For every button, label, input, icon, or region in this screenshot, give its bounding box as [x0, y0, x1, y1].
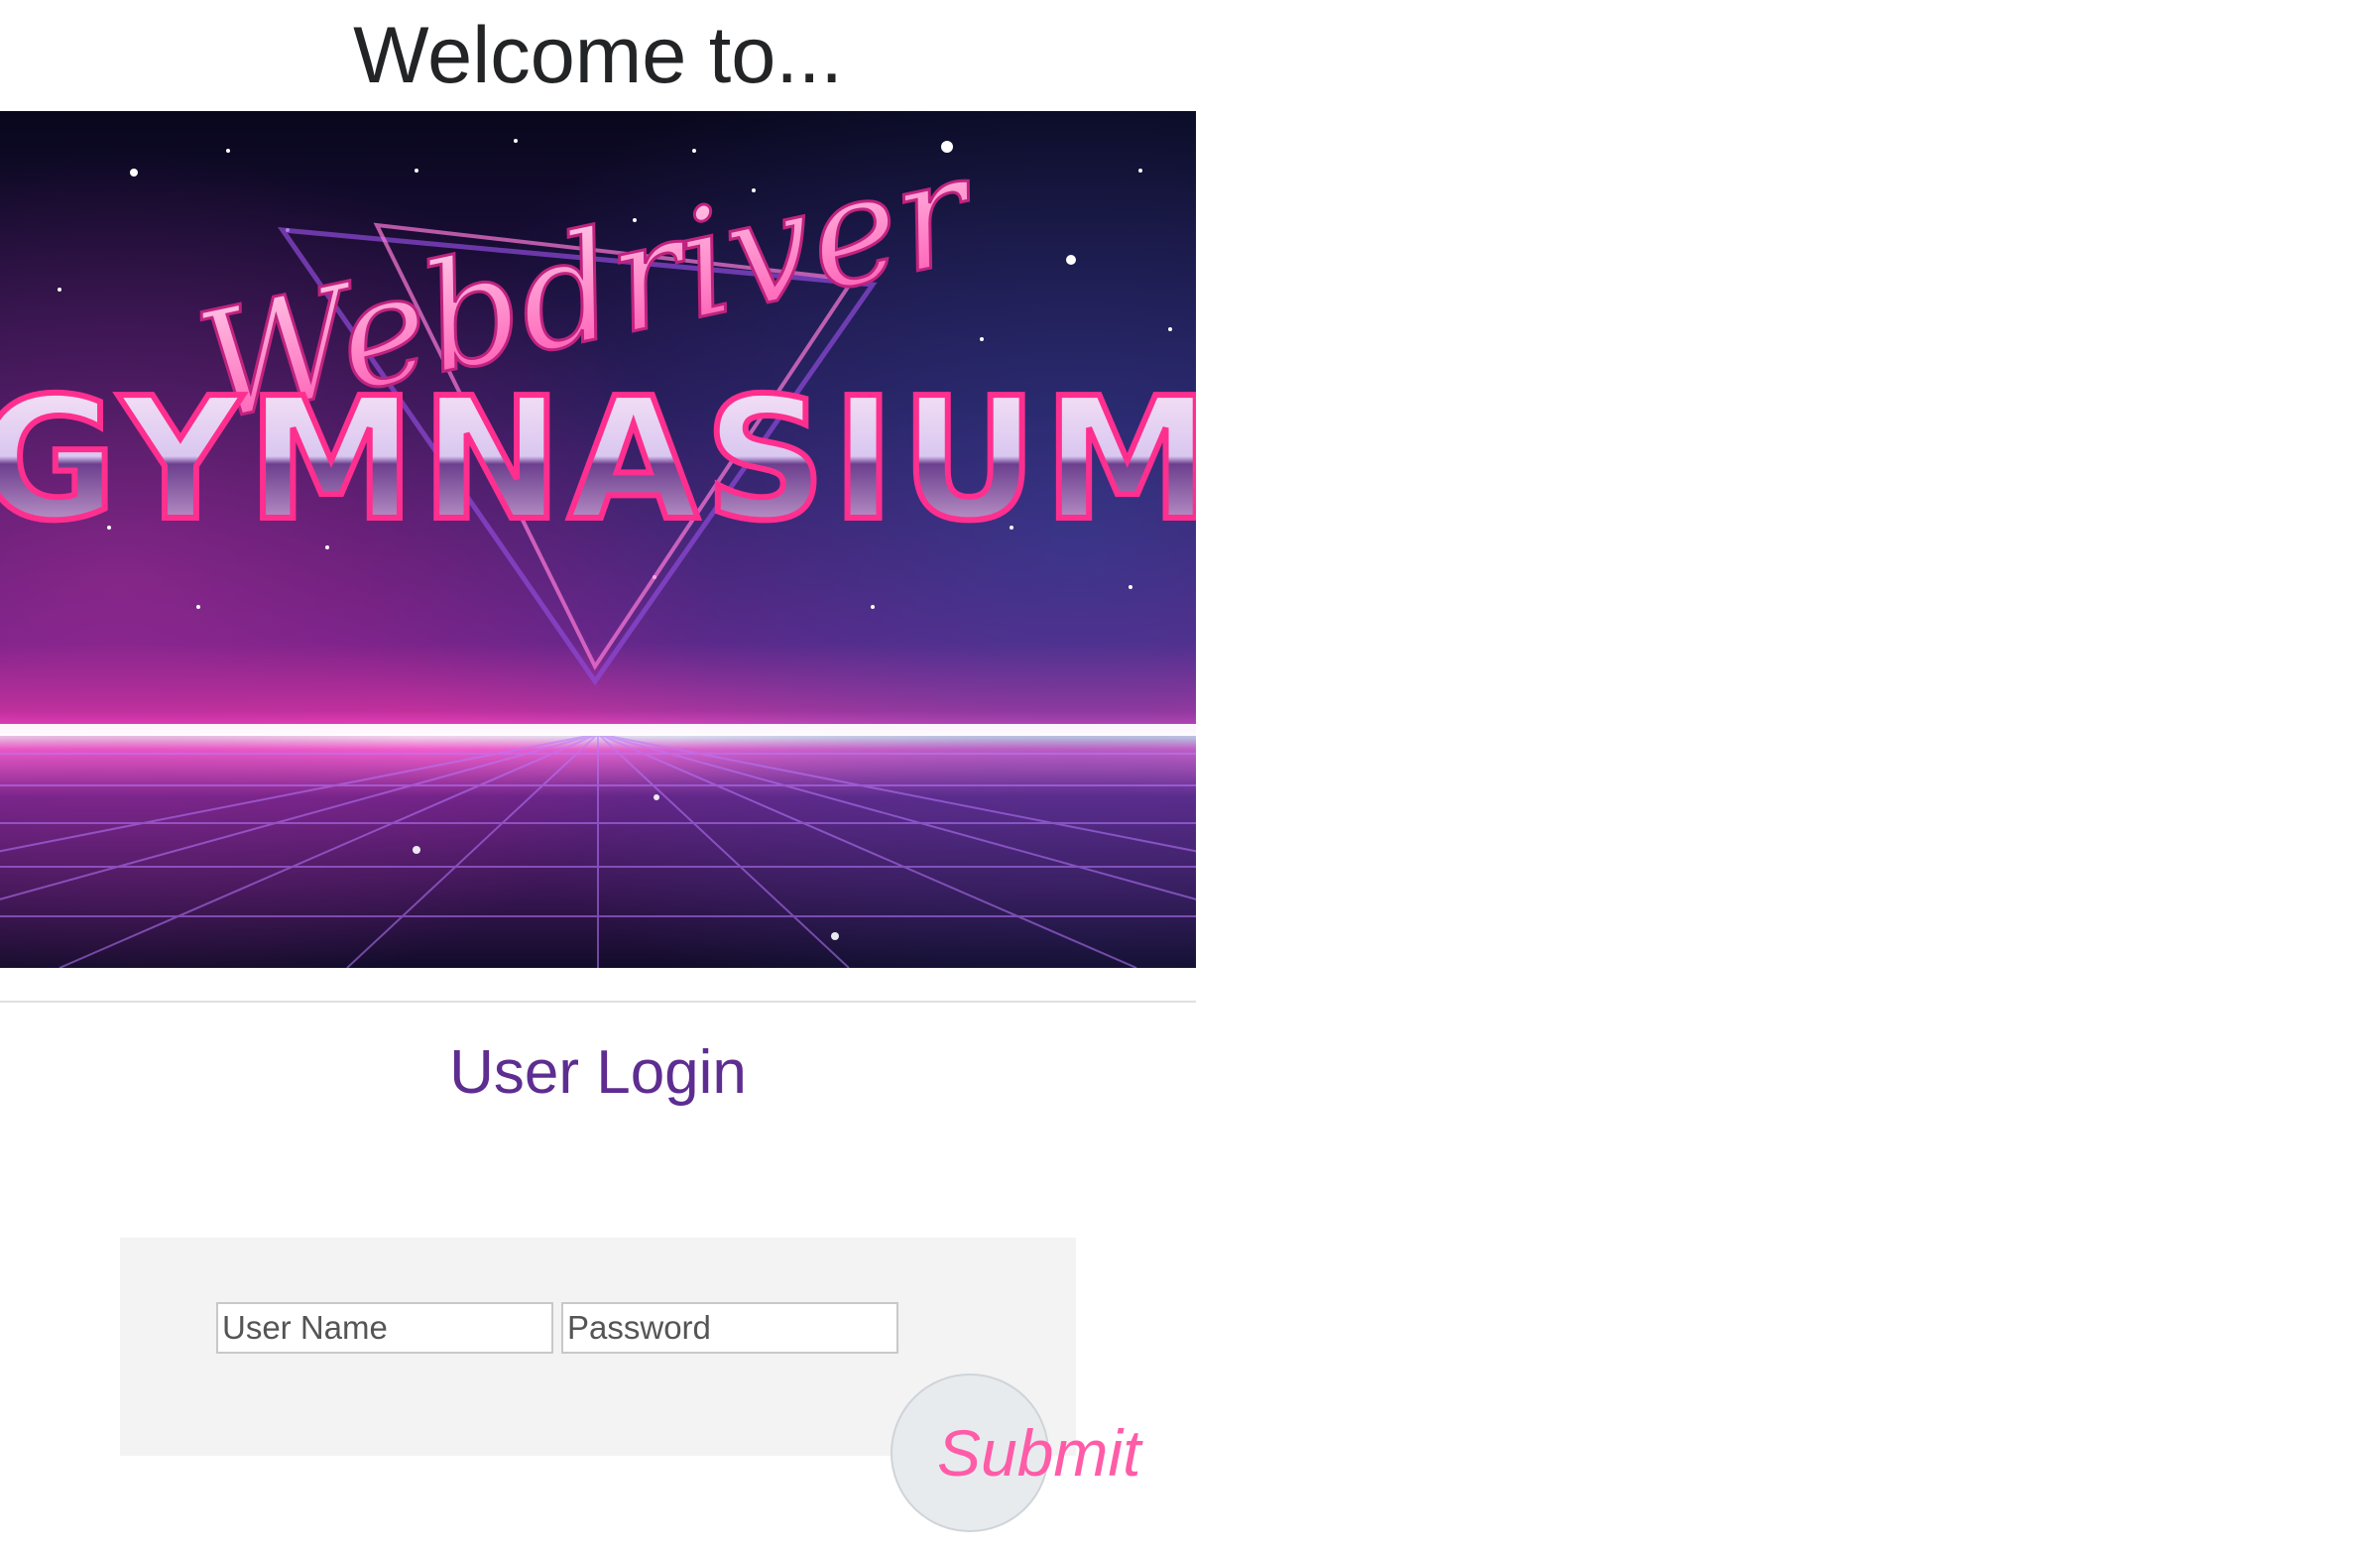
welcome-title: Welcome to...	[353, 11, 843, 100]
submit-label[interactable]: Submit	[937, 1413, 1140, 1493]
login-title: User Login	[449, 1038, 747, 1107]
banner-graphic: Webdriver GYMNASIUM	[0, 111, 1196, 968]
password-input[interactable]	[561, 1302, 898, 1354]
username-input[interactable]	[216, 1302, 553, 1354]
banner-block-word: GYMNASIUM	[0, 362, 1196, 558]
section-divider	[0, 1001, 1196, 1003]
webdriver-gymnasium-banner: Webdriver GYMNASIUM	[0, 111, 1196, 968]
